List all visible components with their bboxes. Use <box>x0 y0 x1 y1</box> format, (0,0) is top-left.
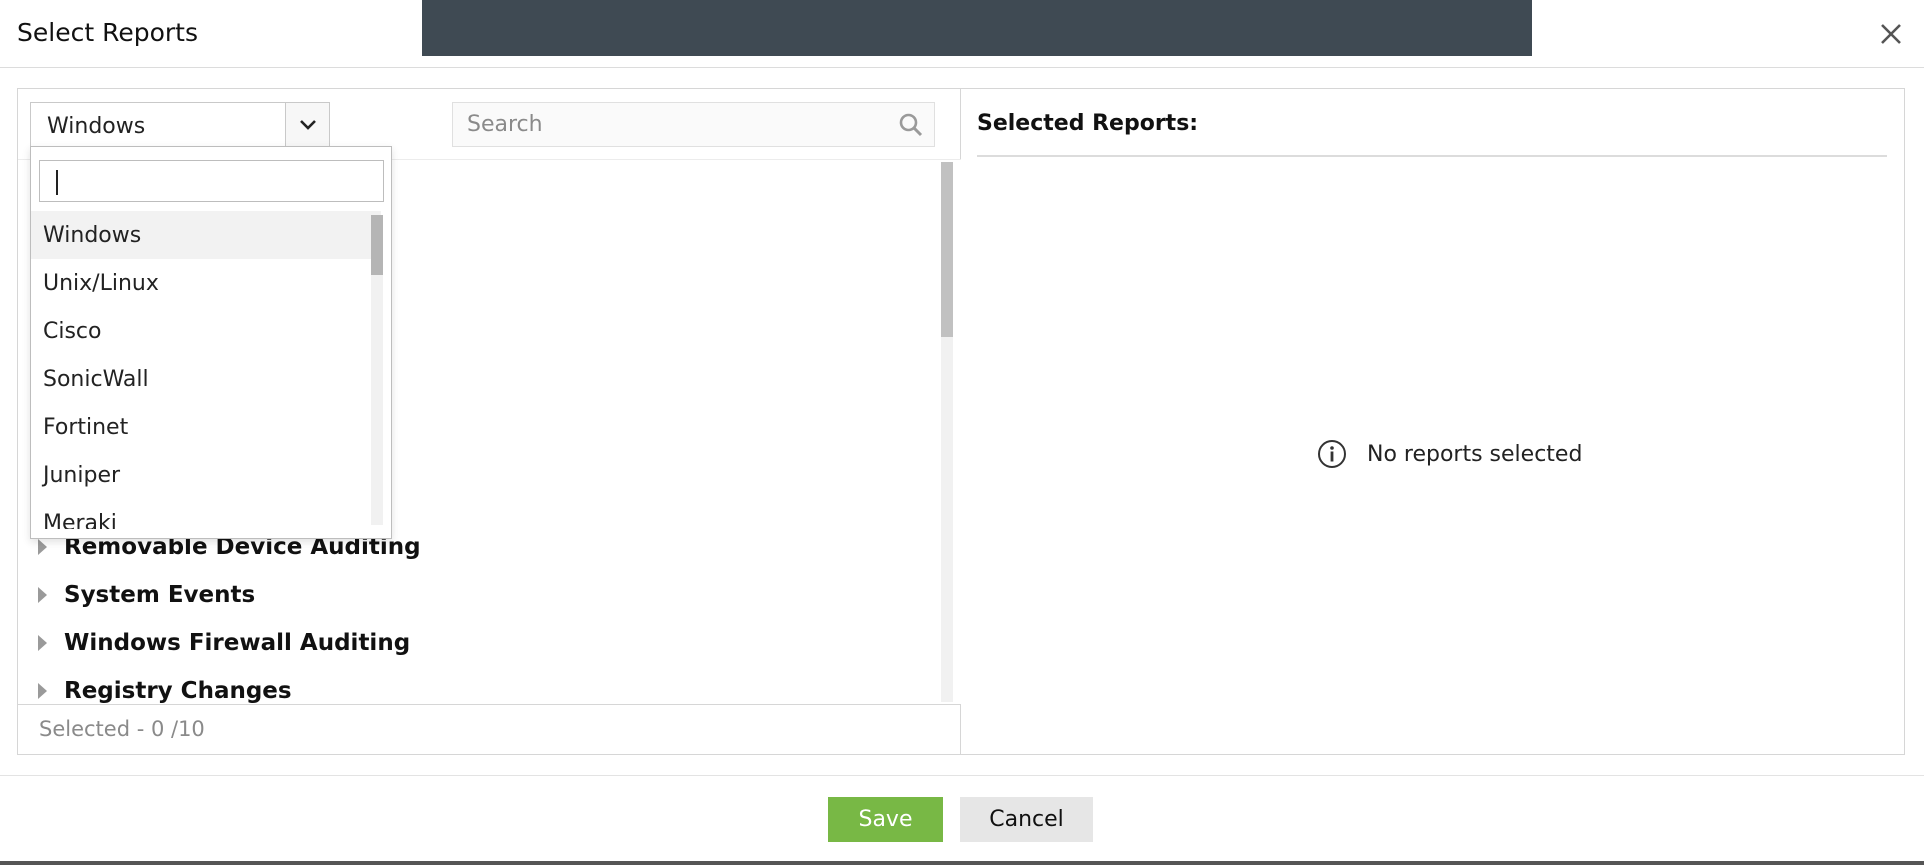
caret-right-icon[interactable] <box>38 683 47 699</box>
selected-reports-title: Selected Reports: <box>977 111 1199 136</box>
selected-reports-pane: Selected Reports: No reports selected <box>961 89 1904 754</box>
chevron-down-icon <box>299 119 316 130</box>
search-input[interactable] <box>453 103 873 146</box>
dialog-title: Select Reports <box>17 18 198 47</box>
cancel-button[interactable]: Cancel <box>960 797 1093 842</box>
select-reports-dialog: Select Reports Windows Search Removable … <box>0 0 1924 865</box>
dropdown-option-juniper[interactable]: Juniper <box>31 451 381 499</box>
bottom-edge <box>0 861 1924 865</box>
close-icon <box>1881 24 1901 44</box>
category-dropdown: Windows Unix/Linux Cisco SonicWall Forti… <box>30 146 392 539</box>
dropdown-option-unix-linux[interactable]: Unix/Linux <box>31 259 381 307</box>
tree-item-registry-changes[interactable]: Registry Changes <box>38 674 292 708</box>
caret-right-icon[interactable] <box>38 587 47 603</box>
selected-count: Selected - 0 /10 <box>39 717 205 741</box>
dropdown-option-windows[interactable]: Windows <box>31 211 381 259</box>
tree-item-system-events[interactable]: System Events <box>38 578 255 612</box>
reports-panel: Windows Removable Device Auditing <box>17 88 1905 755</box>
selection-footer: Selected - 0 /10 <box>18 704 961 754</box>
dropdown-options: Windows Unix/Linux Cisco SonicWall Forti… <box>31 211 381 529</box>
tree-item-label: System Events <box>64 582 256 608</box>
dropdown-scrollbar-thumb[interactable] <box>371 215 383 275</box>
dropdown-option-fortinet[interactable]: Fortinet <box>31 403 381 451</box>
dropdown-option-sonicwall[interactable]: SonicWall <box>31 355 381 403</box>
footer-divider <box>0 775 1924 776</box>
tree-scrollbar-thumb[interactable] <box>941 162 953 337</box>
dialog-header: Select Reports <box>0 0 1924 68</box>
empty-state: No reports selected <box>1317 439 1582 469</box>
tree-item-windows-firewall-auditing[interactable]: Windows Firewall Auditing <box>38 626 410 660</box>
text-cursor <box>56 170 58 195</box>
dropdown-option-cisco[interactable]: Cisco <box>31 307 381 355</box>
dropdown-option-meraki[interactable]: Meraki <box>31 499 381 530</box>
save-button[interactable]: Save <box>828 797 943 842</box>
dropdown-scrollbar[interactable] <box>371 215 383 525</box>
tree-item-label: Registry Changes <box>64 678 292 704</box>
category-select-toggle[interactable] <box>285 103 329 146</box>
caret-right-icon[interactable] <box>38 539 47 555</box>
available-reports-pane: Windows Removable Device Auditing <box>18 89 961 754</box>
header-overlay-bar <box>422 0 1532 56</box>
divider <box>977 155 1887 157</box>
empty-state-message: No reports selected <box>1367 441 1583 467</box>
category-select[interactable]: Windows <box>30 102 330 147</box>
category-select-value: Windows <box>47 114 146 139</box>
caret-right-icon[interactable] <box>38 635 47 651</box>
tree-item-label: Windows Firewall Auditing <box>64 630 411 656</box>
report-search <box>452 102 935 147</box>
search-icon[interactable] <box>898 112 924 138</box>
dropdown-filter-input[interactable] <box>39 160 384 202</box>
info-icon <box>1318 440 1346 468</box>
close-button[interactable] <box>1876 16 1906 50</box>
tree-scrollbar[interactable] <box>941 162 953 702</box>
